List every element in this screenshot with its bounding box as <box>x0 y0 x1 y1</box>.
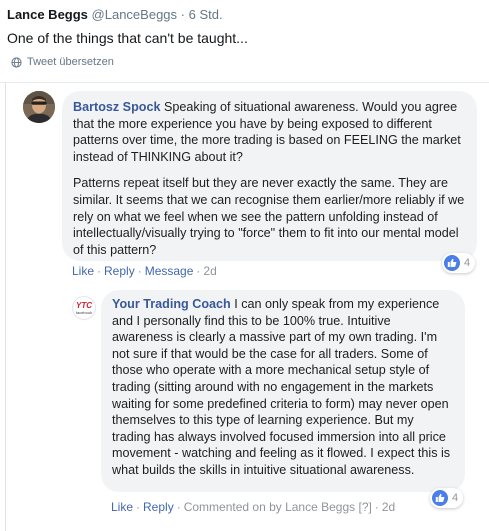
avatar[interactable] <box>23 91 55 123</box>
tweet-header: Lance Beggs @LanceBeggs · 6 Std. <box>7 7 223 22</box>
reply-link[interactable]: Reply <box>104 264 135 278</box>
reaction-number: 4 <box>464 257 471 269</box>
help-link[interactable]: [?] <box>359 500 372 514</box>
comment-bubble: Bartosz Spock Speaking of situational aw… <box>62 91 477 261</box>
avatar-logo-text: YTC <box>76 300 92 310</box>
translate-tweet-link[interactable]: Tweet übersetzen <box>11 56 114 68</box>
avatar-logo-subtext: facebook <box>75 309 93 315</box>
reaction-count[interactable]: 4 <box>442 253 476 273</box>
globe-icon <box>11 56 22 68</box>
thumbs-up-icon <box>444 255 460 271</box>
tweet-author-name[interactable]: Lance Beggs <box>7 7 88 22</box>
comment-actions: Like · Reply · Message · 2d <box>72 264 217 278</box>
comment-time[interactable]: 2d <box>203 264 216 278</box>
message-link[interactable]: Message <box>145 264 194 278</box>
like-link[interactable]: Like <box>111 500 133 514</box>
reply-text: I can only speak from my experience and … <box>112 297 451 477</box>
reaction-count[interactable]: 4 <box>430 488 464 508</box>
thumbs-up-icon <box>432 490 448 506</box>
reaction-number: 4 <box>452 492 459 504</box>
comment-author[interactable]: Bartosz Spock <box>73 100 160 114</box>
comment-paragraph: Bartosz Spock Speaking of situational aw… <box>73 99 467 165</box>
tweet-text: One of the things that can't be taught..… <box>7 30 248 46</box>
tweet-handle[interactable]: @LanceBeggs <box>92 7 177 22</box>
reply-author[interactable]: Your Trading Coach <box>112 297 231 311</box>
reply-link[interactable]: Reply <box>143 500 174 514</box>
reply-bubble: Your Trading Coach I can only speak from… <box>101 290 465 492</box>
like-link[interactable]: Like <box>72 264 94 278</box>
tweet: Lance Beggs @LanceBeggs · 6 Std. One of … <box>0 0 489 82</box>
tweet-time[interactable]: 6 Std. <box>189 7 223 22</box>
reply-time[interactable]: 2d <box>382 500 395 514</box>
separator-dot: · <box>180 7 185 22</box>
avatar[interactable]: YTC facebook <box>72 296 96 320</box>
commented-on-by: Commented on by Lance Beggs <box>183 500 356 514</box>
divider <box>0 82 489 83</box>
avatar-photo <box>23 91 55 123</box>
translate-label: Tweet übersetzen <box>27 56 114 68</box>
comment-text-second-paragraph: Patterns repeat itself but they are neve… <box>73 176 465 257</box>
thread-line <box>5 82 6 531</box>
reply-actions: Like · Reply · Commented on by Lance Beggs [… <box>111 500 396 514</box>
